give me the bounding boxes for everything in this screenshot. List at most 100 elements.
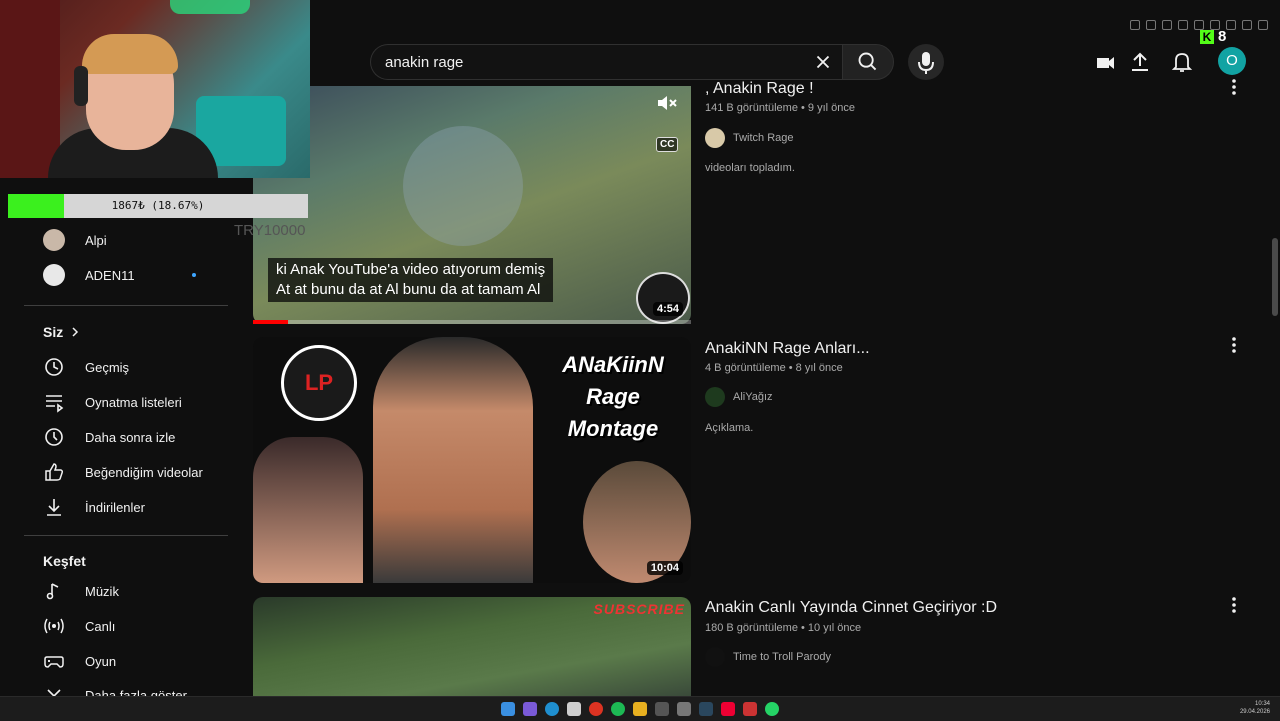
video-thumbnail[interactable]: LP ANaKiinN Rage Montage 10:04	[253, 337, 691, 583]
streamer-hair	[82, 34, 178, 74]
video-meta: 4 B görüntüleme • 8 yıl önce	[705, 362, 843, 374]
sidebar-item-alpi[interactable]: Alpi	[24, 222, 230, 258]
donation-goal-bar: 1867₺ (18.67%)	[8, 194, 308, 218]
sidebar-item-playlists[interactable]: Oynatma listeleri	[24, 384, 230, 420]
webcam-background	[0, 0, 60, 178]
thumbnail-text: ANaKiinN Rage Montage	[543, 349, 683, 445]
thumbnail-text-line: ANaKiinN	[562, 352, 664, 377]
chevron-down-icon	[43, 682, 65, 696]
sidebar-item-label: Oyun	[85, 653, 117, 669]
captions-button[interactable]: CC	[656, 137, 679, 152]
sidebar-item-label: Alpi	[85, 232, 107, 248]
app-icon[interactable]	[523, 702, 537, 716]
sidebar-item-aden11[interactable]: ADEN11	[24, 257, 230, 293]
mute-icon[interactable]	[656, 95, 678, 111]
neon-sign	[170, 0, 250, 14]
opera-icon[interactable]	[589, 702, 603, 716]
channel-avatar	[705, 387, 725, 407]
video-description: videoları topladım.	[705, 162, 795, 174]
extension-icon[interactable]	[1178, 20, 1188, 30]
page-scrollbar[interactable]	[1272, 238, 1278, 316]
face-image	[373, 337, 533, 583]
search-query[interactable]: anakin rage	[385, 54, 463, 71]
sidebar-item-liked-videos[interactable]: Beğendiğim videolar	[24, 454, 230, 490]
extension-icon[interactable]	[1130, 20, 1140, 30]
minimize-icon[interactable]	[1226, 20, 1236, 30]
maximize-icon[interactable]	[1242, 20, 1252, 30]
video-description: Açıklama.	[705, 422, 754, 434]
sidebar-item-live[interactable]: Canlı	[24, 608, 230, 644]
whatsapp-icon[interactable]	[765, 702, 779, 716]
caption-line: ki Anak YouTube'a video atıyorum demiş	[276, 261, 546, 278]
channel-link[interactable]: AliYağız	[705, 387, 773, 407]
sidebar-item-label: İndirilenler	[85, 499, 145, 515]
live-icon	[43, 615, 65, 637]
upload-icon[interactable]	[1128, 50, 1152, 74]
sidebar-divider	[24, 305, 228, 306]
section-title: Siz	[43, 324, 64, 340]
video-title[interactable]: , Anakin Rage !	[705, 80, 814, 98]
search-button[interactable]	[842, 44, 894, 80]
section-title: Keşfet	[43, 553, 86, 569]
channel-link[interactable]: Twitch Rage	[705, 128, 794, 148]
sidebar-item-downloads[interactable]: İndirilenler	[24, 489, 230, 525]
channel-link[interactable]: Time to Troll Parody	[705, 647, 831, 667]
sidebar-item-watch-later[interactable]: Daha sonra izle	[24, 419, 230, 455]
edge-icon[interactable]	[545, 702, 559, 716]
watch-progress-fill	[253, 320, 289, 324]
thumbnail-text: SUBSCRIBE	[593, 601, 685, 617]
kick-count: 8	[1218, 28, 1227, 45]
channel-avatar	[43, 229, 65, 251]
donation-goal-text: 1867₺ (18.67%)	[111, 199, 205, 212]
sidebar-item-history[interactable]: Geçmiş	[24, 349, 230, 385]
app-icon[interactable]	[743, 702, 757, 716]
caption-line: At at bunu da at Al bunu da at tamam Al	[276, 281, 541, 298]
sidebar-item-show-more[interactable]: Daha fazla göster	[24, 678, 230, 696]
downloads-icon	[43, 496, 65, 518]
search-input[interactable]: anakin rage	[370, 44, 842, 80]
streamer-webcam	[0, 0, 310, 178]
system-clock[interactable]: 10:34 29.04.2026	[1240, 700, 1270, 716]
headset	[74, 66, 88, 106]
more-actions-icon[interactable]	[1226, 78, 1242, 96]
watch-later-icon	[43, 426, 65, 448]
video-thumbnail[interactable]: SUBSCRIBE	[253, 597, 691, 696]
app-icon[interactable]	[721, 702, 735, 716]
close-icon[interactable]	[1258, 20, 1268, 30]
lp-logo: LP	[281, 345, 357, 421]
liked-icon	[43, 461, 65, 483]
lp-logo-text: LP	[304, 370, 334, 395]
watch-progress-bar	[253, 320, 691, 324]
app-icon[interactable]	[655, 702, 669, 716]
clear-search-icon[interactable]	[812, 51, 834, 73]
sidebar-section-you[interactable]: Siz	[24, 314, 230, 350]
thumbnail-text-line: Rage	[586, 384, 640, 409]
thumbnail-text-line: Montage	[567, 416, 659, 441]
steam-icon[interactable]	[699, 702, 713, 716]
video-meta: 180 B görüntüleme • 10 yıl önce	[705, 622, 862, 634]
spotify-icon[interactable]	[611, 702, 625, 716]
video-title[interactable]: Anakin Canlı Yayında Cinnet Geçiriyor :D	[705, 599, 997, 617]
sidebar-item-gaming[interactable]: Oyun	[24, 643, 230, 679]
sidebar-item-label: Beğendiğim videolar	[85, 464, 203, 480]
extension-icon[interactable]	[1162, 20, 1172, 30]
windows-taskbar: 10:34 29.04.2026	[0, 696, 1280, 721]
account-avatar[interactable]: O	[1218, 47, 1246, 75]
channel-avatar	[43, 264, 65, 286]
notifications-icon[interactable]	[1170, 50, 1194, 74]
sidebar-item-music[interactable]: Müzik	[24, 573, 230, 609]
settings-icon[interactable]	[677, 702, 691, 716]
extension-icon[interactable]	[1146, 20, 1156, 30]
video-title[interactable]: AnakiNN Rage Anları...	[705, 340, 870, 358]
create-icon[interactable]	[1093, 50, 1117, 74]
voice-search-button[interactable]	[908, 44, 944, 80]
more-actions-icon[interactable]	[1226, 336, 1242, 354]
video-duration: 4:54	[652, 302, 683, 316]
store-icon[interactable]	[567, 702, 581, 716]
channel-avatar	[705, 647, 725, 667]
video-caption: ki Anak YouTube'a video atıyorum demiş A…	[268, 258, 554, 302]
file-explorer-icon[interactable]	[633, 702, 647, 716]
start-icon[interactable]	[501, 702, 515, 716]
sidebar-item-label: Daha sonra izle	[85, 429, 176, 445]
more-actions-icon[interactable]	[1226, 596, 1242, 614]
